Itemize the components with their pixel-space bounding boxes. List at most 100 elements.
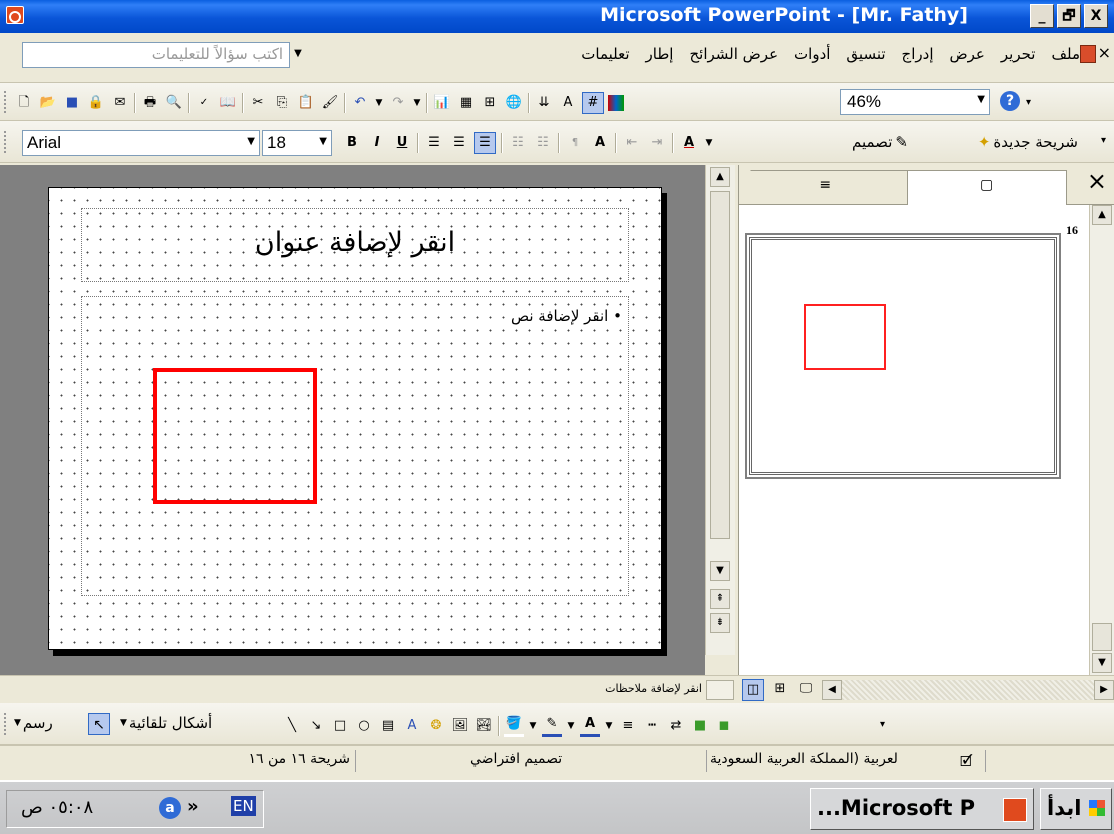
picture-icon[interactable]: 🏞 <box>474 716 494 736</box>
bold-icon[interactable]: B <box>342 133 362 153</box>
tab-outline[interactable]: ≡ <box>743 170 911 204</box>
show-grid-icon[interactable]: # <box>582 92 604 114</box>
dash-style-icon[interactable]: ┅ <box>642 716 662 736</box>
zoom-box[interactable]: 46% ▼ <box>840 89 990 115</box>
font-name-dropdown-icon[interactable]: ▼ <box>247 136 255 147</box>
show-formatting-icon[interactable]: A <box>558 93 578 113</box>
insert-hyperlink-icon[interactable]: 🌐 <box>504 93 524 113</box>
start-button[interactable]: ابدأ <box>1040 788 1112 830</box>
menu-file[interactable]: ملف <box>1051 45 1080 63</box>
line-icon[interactable]: ╲ <box>282 716 302 736</box>
pane-scrollbar[interactable]: ▲ ▼ <box>1089 205 1114 685</box>
slide-canvas[interactable]: انقر لإضافة عنوان • انقر لإضافة نص <box>48 187 662 650</box>
redo-dropdown-icon[interactable]: ▼ <box>412 93 422 113</box>
toolbar-grip[interactable] <box>4 91 9 113</box>
font-color-draw-icon[interactable]: A <box>580 714 600 737</box>
title-bar[interactable]: Microsoft PowerPoint - [Mr. Fathy] _ 🗗 X <box>0 0 1114 33</box>
redo-icon[interactable]: ↷ <box>388 93 408 113</box>
close-window-button[interactable]: X <box>1084 4 1108 28</box>
font-name-box[interactable]: Arial ▼ <box>22 130 260 156</box>
menu-insert[interactable]: إدراج <box>902 45 934 63</box>
font-color-dropdown-icon[interactable]: ▼ <box>704 133 714 153</box>
clock[interactable]: ٠٥:٠٨ ص <box>21 797 93 818</box>
toolbar-grip[interactable] <box>4 713 9 735</box>
undo-icon[interactable]: ↶ <box>350 93 370 113</box>
toolbar-options-icon[interactable]: ▾ <box>1026 97 1031 108</box>
app-icon[interactable] <box>6 6 24 24</box>
toolbar-options-icon[interactable]: ▾ <box>1101 135 1106 146</box>
shadow-style-icon[interactable]: ■ <box>690 716 710 736</box>
menu-slideshow[interactable]: عرض الشرائح <box>689 45 778 63</box>
diagram-icon[interactable]: ❂ <box>426 716 446 736</box>
restore-button[interactable]: 🗗 <box>1057 4 1081 28</box>
permission-icon[interactable]: 🔒 <box>86 93 106 113</box>
undo-dropdown-icon[interactable]: ▼ <box>374 93 384 113</box>
menu-help[interactable]: تعليمات <box>581 45 629 63</box>
expand-all-icon[interactable]: ⇊ <box>534 93 554 113</box>
arrow-icon[interactable]: ↘ <box>306 716 326 736</box>
red-rectangle-shape[interactable] <box>153 368 317 504</box>
autoshapes-menu[interactable]: ▼ أشكال تلقائية <box>120 714 212 732</box>
close-document-icon[interactable]: × <box>1098 43 1111 62</box>
network-icon[interactable]: a <box>159 797 181 819</box>
menu-tools[interactable]: أدوات <box>794 45 830 63</box>
align-left-icon[interactable]: ☰ <box>424 133 444 153</box>
format-painter-icon[interactable]: 🖌 <box>320 93 340 113</box>
align-right-icon[interactable]: ☰ <box>474 132 496 154</box>
cut-icon[interactable]: ✂ <box>248 93 268 113</box>
menu-view[interactable]: عرض <box>950 45 985 63</box>
new-icon[interactable]: 🗋 <box>14 93 34 113</box>
notes-placeholder[interactable]: انقر لإضافة ملاحظات <box>605 682 702 695</box>
text-box-icon[interactable]: ▤ <box>378 716 398 736</box>
minimize-button[interactable]: _ <box>1030 4 1054 28</box>
save-icon[interactable]: ■ <box>62 93 82 113</box>
fill-color-icon[interactable]: 🪣 <box>504 714 524 737</box>
pane-scroll-up-icon[interactable]: ▲ <box>1092 205 1112 225</box>
font-size-dropdown-icon[interactable]: ▼ <box>319 136 327 147</box>
spelling-icon[interactable]: ✓ <box>194 93 214 113</box>
scroll-left-icon[interactable]: ◀ <box>822 680 842 700</box>
tab-slides[interactable]: ▢ <box>907 170 1067 205</box>
paste-icon[interactable]: 📋 <box>296 93 316 113</box>
language-indicator[interactable]: EN <box>231 796 256 816</box>
help-icon[interactable]: ? <box>1000 91 1020 111</box>
select-objects-icon[interactable]: ↖ <box>88 713 110 735</box>
3d-style-icon[interactable]: ◼ <box>714 716 734 736</box>
scroll-down-icon[interactable]: ▼ <box>710 561 730 581</box>
numbering-icon[interactable]: ☷ <box>508 133 528 153</box>
menu-format[interactable]: تنسيق <box>846 45 885 63</box>
scroll-right-icon[interactable]: ▶ <box>1094 680 1114 700</box>
email-icon[interactable]: ✉ <box>110 93 130 113</box>
increase-indent-icon[interactable]: ⇥ <box>647 133 667 153</box>
slideshow-view-icon[interactable]: 🖵 <box>796 679 816 699</box>
text-direction-icon[interactable]: ¶ <box>565 133 585 153</box>
close-pane-icon[interactable]: × <box>1087 167 1107 195</box>
help-dropdown-arrow-icon[interactable]: ▼ <box>290 42 306 66</box>
research-icon[interactable]: 📖 <box>218 93 238 113</box>
zoom-dropdown-arrow-icon[interactable]: ▼ <box>977 94 985 105</box>
design-button[interactable]: ✎ تصميم <box>852 133 908 151</box>
underline-icon[interactable]: U <box>392 133 412 153</box>
color-grayscale-icon[interactable] <box>608 95 624 111</box>
taskbar-powerpoint-button[interactable]: ...Microsoft P <box>810 788 1034 830</box>
clipart-icon[interactable]: 🖼 <box>450 716 470 736</box>
insert-table-icon[interactable]: ▦ <box>456 93 476 113</box>
print-icon[interactable]: 🖶 <box>140 93 160 113</box>
document-icon[interactable] <box>1080 45 1096 63</box>
center-icon[interactable]: ☰ <box>449 133 469 153</box>
menu-edit[interactable]: تحرير <box>1001 45 1036 63</box>
next-slide-icon[interactable]: ⇟ <box>710 613 730 633</box>
fill-dropdown-icon[interactable]: ▼ <box>528 716 538 736</box>
draw-menu[interactable]: ▼ رسم <box>14 714 53 732</box>
line-style-icon[interactable]: ≡ <box>618 716 638 736</box>
bullets-icon[interactable]: ☷ <box>533 133 553 153</box>
copy-icon[interactable]: ⎘ <box>272 93 292 113</box>
pane-scroll-down-icon[interactable]: ▼ <box>1092 653 1112 673</box>
notes-splitter[interactable] <box>706 680 734 700</box>
slide-sorter-view-icon[interactable]: ⊞ <box>770 679 790 699</box>
new-slide-button[interactable]: شريحة جديدة ✦ <box>978 133 1078 151</box>
pane-scroll-thumb[interactable] <box>1092 623 1112 651</box>
scroll-up-icon[interactable]: ▲ <box>710 167 730 187</box>
title-placeholder[interactable]: انقر لإضافة عنوان <box>81 208 629 282</box>
horizontal-scrollbar[interactable]: ◀ ▶ <box>822 680 1114 700</box>
